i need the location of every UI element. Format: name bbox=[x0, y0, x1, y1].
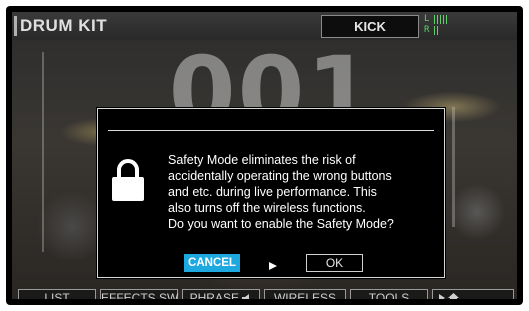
header-accent bbox=[14, 16, 17, 36]
message-line: Do you want to enable the Safety Mode? bbox=[168, 217, 394, 231]
effects-sw-button[interactable]: EFFECTS SW bbox=[100, 289, 178, 299]
arrow-right-icon bbox=[268, 258, 278, 270]
tools-button[interactable]: TOOLS bbox=[350, 289, 428, 299]
list-label: LIST bbox=[44, 291, 70, 299]
header-bar: DRUM KIT KICK L R bbox=[12, 12, 517, 40]
page-title: DRUM KIT bbox=[20, 16, 108, 35]
meter-right-bars bbox=[434, 26, 440, 35]
tools-label: TOOLS bbox=[368, 291, 410, 299]
message-line: Safety Mode eliminates the risk of bbox=[168, 153, 356, 167]
cancel-button[interactable]: CANCEL bbox=[184, 254, 240, 272]
screen: 001 DRUM KIT KICK L R Safety Mode elimin… bbox=[12, 12, 517, 299]
phrase-label: PHRASE bbox=[189, 291, 239, 299]
ok-button[interactable]: OK bbox=[306, 254, 363, 272]
safety-mode-dialog: Safety Mode eliminates the risk of accid… bbox=[97, 108, 445, 278]
dialog-message: Safety Mode eliminates the risk of accid… bbox=[168, 152, 438, 232]
message-line: accidentally operating the wrong buttons bbox=[168, 169, 392, 183]
meter-left-label: L bbox=[424, 14, 430, 24]
wireless-label: WIRELESS bbox=[273, 291, 336, 299]
device-frame: 001 DRUM KIT KICK L R Safety Mode elimin… bbox=[6, 6, 523, 305]
dialog-divider bbox=[108, 130, 434, 131]
function-bar: LIST EFFECTS SW PHRASE WIRELESS TOOLS bbox=[12, 289, 517, 299]
small-arrow-icon bbox=[439, 291, 448, 299]
meter-right-label: R bbox=[424, 25, 430, 35]
wireless-button[interactable]: WIRELESS bbox=[264, 289, 346, 299]
home-button[interactable] bbox=[432, 289, 514, 299]
level-meter: L R bbox=[424, 14, 464, 38]
speaker-icon bbox=[242, 291, 252, 299]
instrument-name: KICK bbox=[321, 15, 419, 38]
phrase-button[interactable]: PHRASE bbox=[182, 289, 260, 299]
lock-icon bbox=[109, 157, 147, 203]
message-line: and etc. during live performance. This bbox=[168, 185, 377, 199]
cymbal-stand bbox=[42, 52, 44, 252]
meter-left-bars bbox=[434, 15, 448, 24]
effects-sw-label: EFFECTS SW bbox=[101, 291, 179, 299]
cymbal-stand bbox=[452, 107, 455, 227]
message-line: also turns off the wireless functions. bbox=[168, 201, 366, 215]
list-button[interactable]: LIST bbox=[18, 289, 96, 299]
home-icon bbox=[448, 291, 460, 299]
